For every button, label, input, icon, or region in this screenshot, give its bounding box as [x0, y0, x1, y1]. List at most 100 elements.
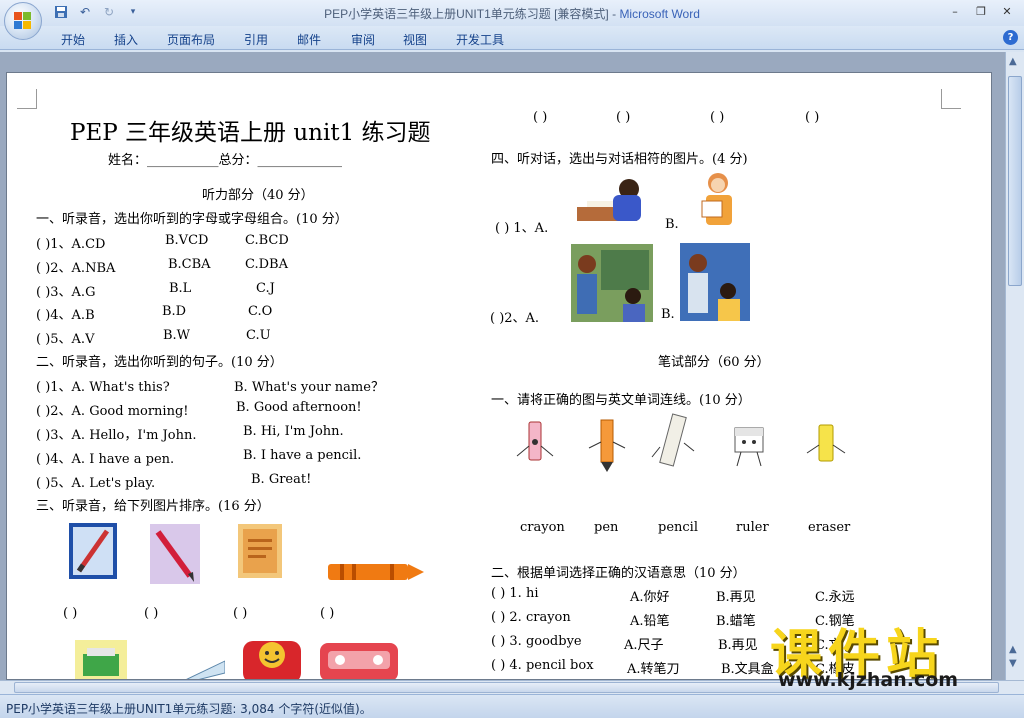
crayon-character-picture: [516, 421, 554, 461]
vertical-scroll-thumb[interactable]: [1008, 76, 1022, 286]
sec2-q4-a: ( )4、A. I have a pen.: [36, 452, 175, 467]
document-title-heading: PEP 三年级英语上册 unit1 练习题: [70, 120, 431, 146]
scroll-up-page-icon[interactable]: ▲: [1009, 644, 1017, 655]
schoolbag-picture: [243, 641, 301, 679]
tab-insert[interactable]: 插入: [114, 31, 138, 48]
sec1-q2-c: C.DBA: [245, 257, 288, 272]
ruler-picture: [186, 660, 225, 679]
teacher-with-students-a-picture: [571, 244, 653, 322]
top-paren-1: ( ): [533, 110, 548, 125]
sec1-q5: ( )5、A.V: [36, 332, 95, 347]
crayon-picture: [328, 564, 424, 580]
w2-q3-b: B.再见: [718, 638, 758, 653]
tab-page-layout[interactable]: 页面布局: [167, 31, 215, 48]
restore-button[interactable]: ❐: [970, 2, 992, 20]
sec2-q2-b: B. Good afternoon!: [236, 400, 362, 415]
boy-writing-picture: [573, 171, 651, 231]
sec1-q4-b: B.D: [162, 304, 187, 319]
tab-mailings[interactable]: 邮件: [297, 31, 321, 48]
margin-corner-mark: [17, 89, 37, 109]
written-sec1-heading: 一、请将正确的图与英文单词连线。(10 分）: [491, 393, 751, 408]
top-paren-4: ( ): [805, 110, 820, 125]
pencil-character-picture: [651, 413, 695, 467]
window-controls: – ❐ ✕: [944, 2, 1018, 20]
tab-references[interactable]: 引用: [244, 31, 268, 48]
status-bar: PEP小学英语三年级上册UNIT1单元练习题: 3,084 个字符(近似值)。: [0, 694, 1024, 718]
sec1-q5-c: C.U: [246, 328, 271, 343]
pencil-picture: [150, 524, 200, 584]
word-pencil: pencil: [658, 520, 698, 535]
sec1-q5-b: B.W: [163, 328, 191, 343]
tab-home[interactable]: 开始: [61, 31, 85, 48]
w2-q2: ( ) 2. crayon: [491, 610, 571, 625]
w2-q1-a: A.你好: [630, 590, 670, 605]
sec1-q3-b: B.L: [169, 281, 192, 296]
w2-q4-b: B.文具盒: [721, 662, 774, 677]
section1-heading: 一、听录音，选出你听到的字母或字母组合。(10 分）: [36, 212, 348, 227]
w2-q1: ( ) 1. hi: [491, 586, 539, 601]
office-button[interactable]: [4, 2, 42, 40]
written-section-header: 笔试部分（60 分）: [658, 355, 770, 370]
w2-q3-a: A.尺子: [624, 638, 664, 653]
sec1-q1-c: C.BCD: [245, 233, 289, 248]
sec1-q3: ( )3、A.G: [36, 285, 96, 300]
tab-view[interactable]: 视图: [403, 31, 427, 48]
sec1-q2-b: B.CBA: [168, 257, 211, 272]
section2-heading: 二、听录音，选出你听到的句子。(10 分）: [36, 355, 283, 370]
word-crayon: crayon: [520, 520, 565, 535]
help-icon[interactable]: ?: [1003, 30, 1018, 45]
ribbon-tabs: 开始 插入 页面布局 引用 邮件 审阅 视图 开发工具 ?: [0, 26, 1024, 50]
margin-corner-mark: [941, 89, 961, 109]
sec3-paren-4: ( ): [320, 606, 335, 621]
eraser-character-picture: [806, 424, 846, 462]
app-name: Microsoft Word: [619, 7, 700, 21]
sec1-q2: ( )2、A.NBA: [36, 261, 116, 276]
office-logo-icon: [14, 12, 32, 30]
pen-character-picture: [588, 419, 626, 472]
ruler-character-picture: [734, 427, 764, 467]
document-page[interactable]: PEP 三年级英语上册 unit1 练习题 姓名：___________总分：_…: [6, 72, 992, 680]
section3-heading: 三、听录音，给下列图片排序。(16 分）: [36, 499, 270, 514]
sec2-q3-b: B. Hi, I'm John.: [243, 424, 344, 439]
scroll-down-page-icon[interactable]: ▼: [1009, 658, 1017, 669]
sec1-q1: ( )1、A.CD: [36, 237, 106, 252]
w2-q3: ( ) 3. goodbye: [491, 634, 582, 649]
word-ruler: ruler: [736, 520, 769, 535]
pen-picture: [69, 523, 117, 579]
minimize-button[interactable]: –: [944, 2, 966, 20]
teacher-with-students-b-picture: [680, 243, 750, 321]
sec2-q4-b: B. I have a pencil.: [243, 448, 362, 463]
watermark-url: www.kjzhan.com: [778, 669, 959, 691]
sec1-q1-b: B.VCD: [165, 233, 209, 248]
listening-section-header: 听力部分（40 分）: [202, 188, 314, 203]
sec2-q3-a: ( )3、A. Hello，I'm John.: [36, 428, 197, 443]
w2-q4-a: A.转笔刀: [627, 662, 680, 677]
title-bar: ↶ ↻ ▾ PEP小学英语三年级上册UNIT1单元练习题 [兼容模式] - Mi…: [0, 0, 1024, 26]
sec4-q2-label: ( )2、A.: [490, 311, 540, 326]
w2-q1-c: C.永远: [815, 590, 855, 605]
w2-q1-b: B.再见: [716, 590, 756, 605]
sec4-q1-label: ( ) 1、A.: [495, 221, 549, 236]
tab-developer[interactable]: 开发工具: [456, 31, 504, 48]
sec2-q5-a: ( )5、A. Let's play.: [36, 476, 156, 491]
tab-review[interactable]: 审阅: [351, 31, 375, 48]
sec2-q5-b: B. Great!: [251, 472, 312, 487]
pencil-sharpener-picture: [75, 640, 127, 679]
sec2-q1-b: B. What's your name？: [234, 380, 384, 395]
sec1-q3-c: C.J: [256, 281, 275, 296]
sec1-q4-c: C.O: [248, 304, 273, 319]
close-button[interactable]: ✕: [996, 2, 1018, 20]
scroll-up-icon[interactable]: ▲: [1009, 56, 1017, 67]
section4-heading: 四、听对话，选出与对话相符的图片。(4 分): [491, 152, 748, 167]
sec3-paren-3: ( ): [233, 606, 248, 621]
sec3-paren-1: ( ): [63, 606, 78, 621]
sec1-q4: ( )4、A.B: [36, 308, 95, 323]
sec4-q2-b: B.: [661, 307, 675, 322]
top-paren-2: ( ): [616, 110, 631, 125]
vertical-scrollbar[interactable]: ▲ ▲ ▼: [1005, 52, 1024, 680]
window-title: PEP小学英语三年级上册UNIT1单元练习题 [兼容模式] - Microsof…: [0, 5, 1024, 22]
status-word-count: PEP小学英语三年级上册UNIT1单元练习题: 3,084 个字符(近似值)。: [6, 702, 372, 716]
pencil-box-picture: [320, 643, 398, 679]
w2-q2-a: A.铅笔: [630, 614, 670, 629]
notebook-picture: [238, 524, 282, 578]
